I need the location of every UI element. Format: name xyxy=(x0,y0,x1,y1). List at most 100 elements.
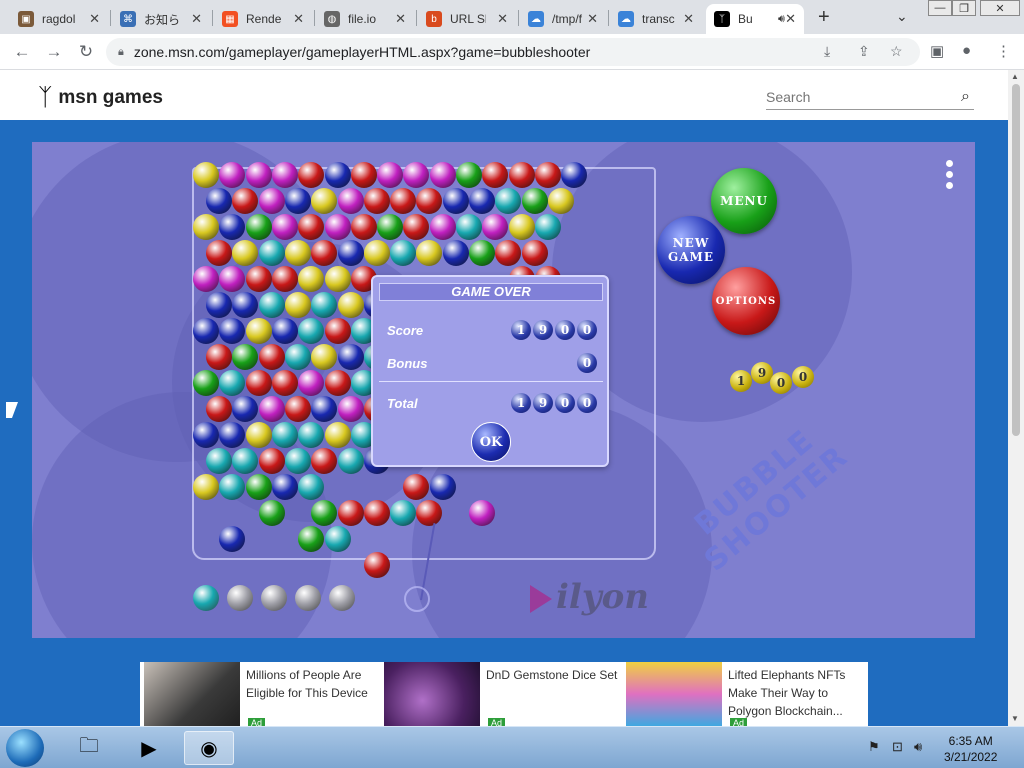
omnibox[interactable]: 🔒︎ zone.msn.com/gameplayer/gameplayerHTM… xyxy=(106,38,920,66)
tab-close-icon[interactable]: ✕ xyxy=(89,11,100,27)
back-button[interactable]: ← xyxy=(10,40,34,64)
new-tab-button[interactable]: + xyxy=(818,6,830,29)
browser-tab[interactable]: ☁ transc ✕ xyxy=(610,4,702,34)
ad-text[interactable]: DnD Gemstone Dice Set xyxy=(486,662,618,726)
url-text[interactable]: zone.msn.com/gameplayer/gameplayerHTML.a… xyxy=(134,44,590,60)
bubble xyxy=(193,266,219,292)
install-icon[interactable]: ⤓ xyxy=(824,43,830,60)
tab-title: URL Sh xyxy=(450,12,486,26)
tab-title: Render xyxy=(246,12,282,26)
score-digit: 1 xyxy=(730,370,752,392)
tab-favicon-icon: ▣ xyxy=(18,11,34,27)
ad-card[interactable]: Lifted Elephants NFTs Make Their Way to … xyxy=(626,662,860,728)
total-label: Total xyxy=(387,396,418,411)
browser-menu-icon[interactable]: ⋮ xyxy=(996,42,1011,60)
scroll-down-arrow-icon[interactable]: ▼ xyxy=(1011,714,1019,723)
file-explorer-icon[interactable]: 🗀︎ xyxy=(64,731,114,765)
profile-icon[interactable]: ● xyxy=(962,42,971,59)
ad-image[interactable] xyxy=(144,662,240,726)
ilyon-logo: ilyon xyxy=(530,577,649,617)
scroll-up-arrow-icon[interactable]: ▲ xyxy=(1011,72,1019,81)
ok-button[interactable]: OK xyxy=(471,422,511,462)
new-game-button[interactable]: NEW GAME xyxy=(657,216,725,284)
tab-close-icon[interactable]: ✕ xyxy=(683,11,694,27)
browser-tab[interactable]: ▣ ragdol ✕ xyxy=(10,4,108,34)
bubble xyxy=(442,188,469,214)
search-input[interactable] xyxy=(766,86,946,108)
bubble xyxy=(284,188,311,214)
tab-title: Bu xyxy=(738,12,753,26)
bubble xyxy=(337,344,364,370)
bubble xyxy=(508,162,535,188)
network-icon[interactable]: ⊡ xyxy=(892,739,903,755)
tab-close-icon[interactable]: ✕ xyxy=(395,11,406,27)
bonus-label: Bonus xyxy=(387,356,428,371)
tab-close-icon[interactable]: ✕ xyxy=(497,11,508,27)
bubble xyxy=(363,552,390,578)
ad-card[interactable]: Millions of People Are Eligible for This… xyxy=(144,662,378,728)
forward-button[interactable]: → xyxy=(42,40,66,64)
queued-bubble xyxy=(227,585,253,611)
bubble xyxy=(561,162,588,188)
ad-image[interactable] xyxy=(626,662,722,726)
ad-text[interactable]: Millions of People Are Eligible for This… xyxy=(246,662,378,726)
share-icon[interactable]: ⇪ xyxy=(858,43,870,60)
side-panel-icon[interactable]: ▣ xyxy=(930,42,944,60)
digit: 0 xyxy=(577,320,597,340)
browser-tab[interactable]: ☁ /tmp/f ✕ xyxy=(520,4,606,34)
tab-close-icon[interactable]: ✕ xyxy=(785,11,796,27)
system-clock[interactable]: 6:35 AM 3/21/2022 xyxy=(944,733,997,765)
bubble xyxy=(245,474,272,500)
tab-close-icon[interactable]: ✕ xyxy=(293,11,304,27)
search-box[interactable]: ⌕ xyxy=(766,86,974,110)
close-window-button[interactable]: ✕ xyxy=(980,0,1020,16)
start-button[interactable] xyxy=(6,729,44,767)
chrome-icon[interactable]: ◉ xyxy=(184,731,234,765)
lock-icon[interactable]: 🔒︎ xyxy=(118,46,124,59)
vertical-scrollbar[interactable]: ▲ ▼ xyxy=(1008,70,1024,726)
bubble xyxy=(258,448,285,474)
bubble xyxy=(350,214,377,240)
options-button[interactable]: OPTIONS xyxy=(712,267,780,335)
bubble xyxy=(284,448,311,474)
browser-tab[interactable]: ⌘ お知らせ ✕ xyxy=(112,4,210,34)
bubble-launcher[interactable] xyxy=(404,586,430,612)
game-canvas[interactable]: MENU NEW GAME OPTIONS 1 9 0 0 BUBBLE SHO… xyxy=(32,142,975,638)
ad-text[interactable]: Lifted Elephants NFTs Make Their Way to … xyxy=(728,662,860,726)
bubble xyxy=(284,344,311,370)
game-kebab-menu-icon[interactable] xyxy=(946,160,954,193)
browser-tab[interactable]: b URL Sh ✕ xyxy=(418,4,516,34)
msn-games-logo[interactable]: ᛉ msn games xyxy=(38,84,163,112)
tab-close-icon[interactable]: ✕ xyxy=(191,11,202,27)
menu-button[interactable]: MENU xyxy=(711,168,777,234)
ad-image[interactable] xyxy=(384,662,480,726)
bubble xyxy=(311,292,338,318)
browser-tab[interactable]: ᛉ Bu 🔊︎ ✕ xyxy=(706,4,804,34)
scrollbar-thumb[interactable] xyxy=(1012,84,1020,436)
bubble-shooter-title: BUBBLE SHOOTER xyxy=(677,413,855,579)
ad-strip: Millions of People Are Eligible for This… xyxy=(140,662,868,728)
browser-tab[interactable]: ◍ file.io ✕ xyxy=(316,4,414,34)
media-player-icon[interactable]: ▶ xyxy=(124,731,174,765)
bookmark-star-icon[interactable]: ☆ xyxy=(890,43,903,60)
minimize-button[interactable]: — xyxy=(928,0,952,16)
ad-card[interactable]: DnD Gemstone Dice Set Ad xyxy=(384,662,618,728)
tab-audio-icon[interactable]: 🔊︎ xyxy=(778,13,785,26)
tab-separator xyxy=(110,10,111,26)
bubble xyxy=(390,500,417,526)
volume-icon[interactable]: 🔊︎ xyxy=(914,739,922,755)
bubble xyxy=(245,214,272,240)
bubble xyxy=(324,370,351,396)
maximize-button[interactable]: ❐ xyxy=(952,0,976,16)
tab-close-icon[interactable]: ✕ xyxy=(587,11,598,27)
browser-tab[interactable]: ▦ Render ✕ xyxy=(214,4,312,34)
tab-favicon-icon: ◍ xyxy=(324,11,340,27)
total-digits: 1 9 0 0 xyxy=(509,393,597,413)
score-digit: 0 xyxy=(770,372,792,394)
bubble xyxy=(534,214,561,240)
search-icon[interactable]: ⌕ xyxy=(961,88,970,106)
bubble xyxy=(193,370,219,396)
tab-search-icon[interactable]: ⌄ xyxy=(896,8,908,25)
reload-button[interactable]: ↻ xyxy=(74,40,98,64)
flag-icon[interactable]: ⚑ xyxy=(868,739,880,755)
